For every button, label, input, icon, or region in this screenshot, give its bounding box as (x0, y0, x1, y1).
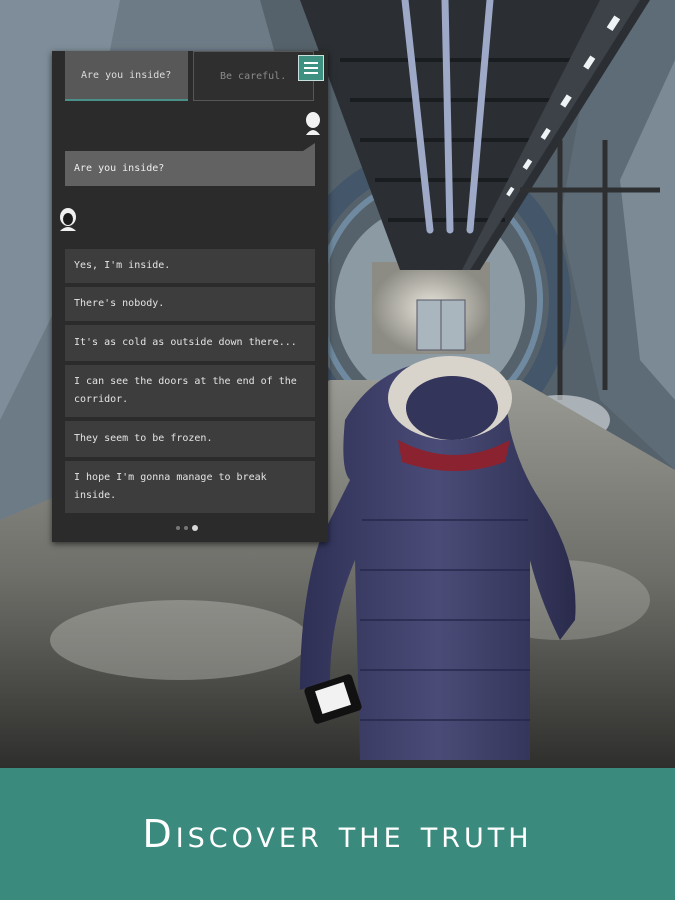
reply-text: Yes, I'm inside. (74, 260, 171, 271)
reply-text: I can see the doors at the end of the co… (74, 376, 297, 405)
banner-title: Discover the truth (142, 812, 533, 856)
hamburger-menu-icon (304, 62, 318, 64)
reply-bubble: Yes, I'm inside. (65, 249, 315, 283)
menu-icon-bar (304, 67, 318, 69)
promo-banner: Discover the truth (0, 768, 675, 900)
menu-button[interactable] (298, 55, 324, 81)
sent-message-text: Are you inside? (74, 163, 165, 174)
page-dot-active[interactable] (192, 525, 198, 531)
tab-be-careful[interactable]: Be careful. (193, 51, 314, 101)
reply-bubble: They seem to be frozen. (65, 421, 315, 457)
player-avatar-icon (306, 112, 320, 135)
chat-panel: Are you inside? Be careful. Are you insi… (52, 51, 328, 542)
sent-message-bubble: Are you inside? (65, 143, 315, 186)
reply-bubble: I hope I'm gonna manage to break inside. (65, 461, 315, 513)
reply-text: There's nobody. (74, 298, 165, 309)
reply-bubble: I can see the doors at the end of the co… (65, 365, 315, 417)
reply-bubble: It's as cold as outside down there... (65, 325, 315, 361)
page-indicator[interactable] (176, 525, 198, 531)
page-dot[interactable] (176, 526, 180, 530)
tab-label: Are you inside? (81, 69, 172, 81)
reply-text: They seem to be frozen. (74, 433, 213, 444)
tab-label: Be careful. (220, 70, 287, 82)
reply-text: It's as cold as outside down there... (74, 337, 297, 348)
reply-text: I hope I'm gonna manage to break inside. (74, 472, 267, 501)
page-dot[interactable] (184, 526, 188, 530)
tab-are-you-inside[interactable]: Are you inside? (65, 51, 188, 101)
reply-bubble: There's nobody. (65, 287, 315, 321)
menu-icon-bar (304, 72, 318, 74)
contact-avatar-icon (60, 208, 76, 231)
